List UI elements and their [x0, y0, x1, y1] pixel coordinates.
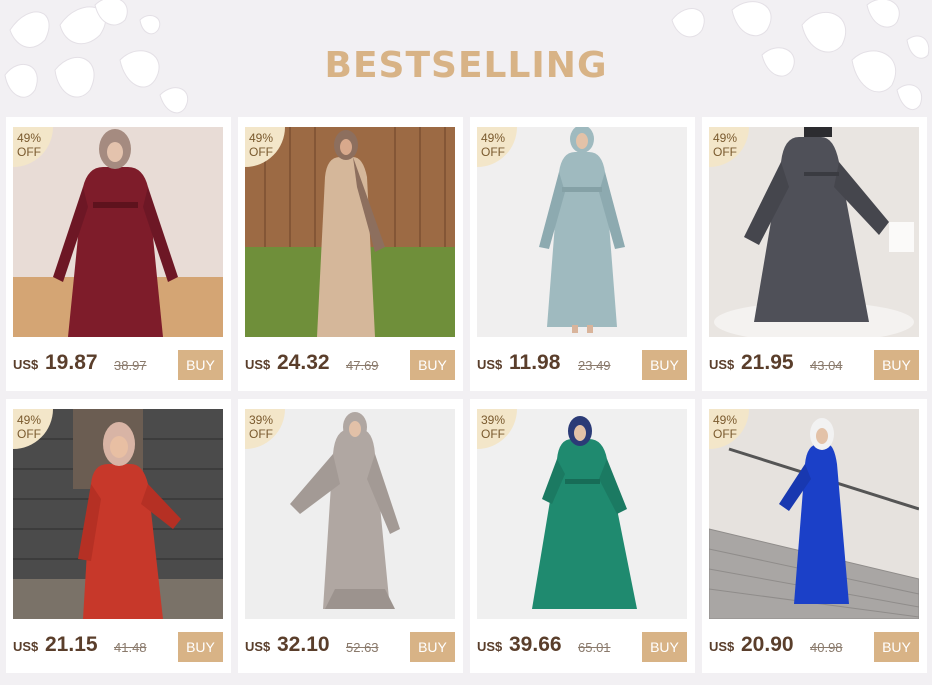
- product-image[interactable]: 49% OFF: [709, 409, 919, 619]
- original-price: 23.49: [578, 358, 611, 373]
- currency-label: US$: [477, 639, 503, 654]
- product-image[interactable]: 39% OFF: [477, 409, 687, 619]
- currency-label: US$: [709, 357, 735, 372]
- buy-button[interactable]: BUY: [178, 350, 223, 380]
- currency-label: US$: [245, 357, 271, 372]
- currency-label: US$: [13, 639, 39, 654]
- product-image[interactable]: 49% OFF: [477, 127, 687, 337]
- buy-button[interactable]: BUY: [410, 632, 455, 662]
- original-price: 65.01: [578, 640, 611, 655]
- buy-button[interactable]: BUY: [642, 632, 687, 662]
- buy-button[interactable]: BUY: [874, 632, 919, 662]
- buy-button[interactable]: BUY: [178, 632, 223, 662]
- product-card[interactable]: 39% OFF US$ 39.66 65.01 BUY: [470, 399, 695, 673]
- original-price: 47.69: [346, 358, 379, 373]
- original-price: 52.63: [346, 640, 379, 655]
- bestselling-banner: BESTSELLING: [0, 0, 932, 120]
- currency-label: US$: [245, 639, 271, 654]
- product-image[interactable]: 49% OFF: [709, 127, 919, 337]
- currency-label: US$: [709, 639, 735, 654]
- buy-button[interactable]: BUY: [642, 350, 687, 380]
- original-price: 38.97: [114, 358, 147, 373]
- buy-button[interactable]: BUY: [410, 350, 455, 380]
- product-card[interactable]: 49% OFF US$ 20.90 40.98 BUY: [702, 399, 927, 673]
- sale-price: 21.95: [741, 351, 794, 374]
- product-card[interactable]: 49% OFF US$ 19.87 38.97 BUY: [6, 117, 231, 391]
- original-price: 40.98: [810, 640, 843, 655]
- product-card[interactable]: 39% OFF US$ 32.10 52.63 BUY: [238, 399, 463, 673]
- product-image[interactable]: 39% OFF: [245, 409, 455, 619]
- sale-price: 24.32: [277, 351, 330, 374]
- sale-price: 20.90: [741, 633, 794, 656]
- product-card[interactable]: 49% OFF US$ 24.32 47.69 BUY: [238, 117, 463, 391]
- product-card[interactable]: 49% OFF US$ 21.95 43.04 BUY: [702, 117, 927, 391]
- section-title: BESTSELLING: [324, 45, 608, 86]
- sale-price: 39.66: [509, 633, 562, 656]
- product-card[interactable]: 49% OFF US$ 11.98 23.49 BUY: [470, 117, 695, 391]
- product-image[interactable]: 49% OFF: [13, 409, 223, 619]
- original-price: 41.48: [114, 640, 147, 655]
- currency-label: US$: [477, 357, 503, 372]
- sale-price: 19.87: [45, 351, 98, 374]
- sale-price: 21.15: [45, 633, 98, 656]
- product-image[interactable]: 49% OFF: [245, 127, 455, 337]
- original-price: 43.04: [810, 358, 843, 373]
- sale-price: 32.10: [277, 633, 330, 656]
- product-image[interactable]: 49% OFF: [13, 127, 223, 337]
- currency-label: US$: [13, 357, 39, 372]
- buy-button[interactable]: BUY: [874, 350, 919, 380]
- sale-price: 11.98: [509, 351, 561, 374]
- product-card[interactable]: 49% OFF US$ 21.15 41.48 BUY: [6, 399, 231, 673]
